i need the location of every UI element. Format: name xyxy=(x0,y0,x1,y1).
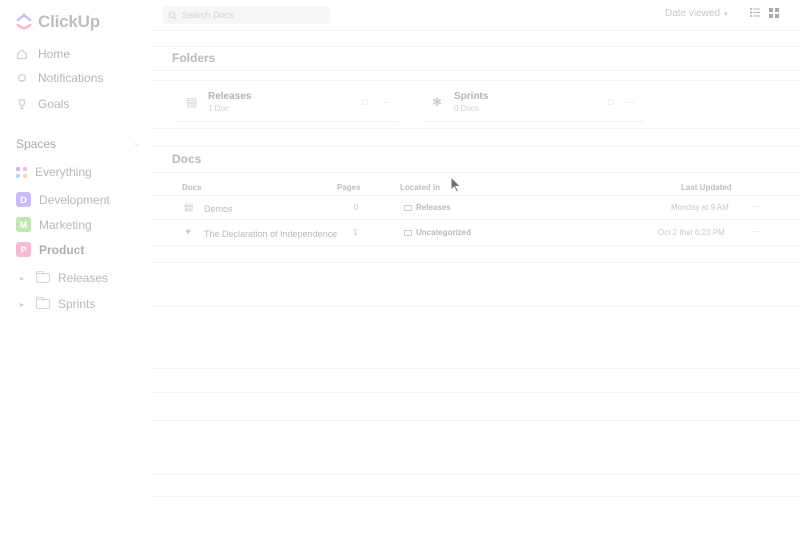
more-icon[interactable]: ⋯ xyxy=(626,97,635,108)
sidebar-item-goals[interactable]: Goals xyxy=(16,97,69,111)
sidebar-folder-releases[interactable]: ▸ Releases xyxy=(20,271,108,285)
new-doc-icon[interactable]: □ xyxy=(362,97,367,107)
doc-icon: ▤ xyxy=(184,202,194,213)
sidebar-item-product[interactable]: P Product xyxy=(16,242,84,257)
chevron-down-icon[interactable]: ⌵ xyxy=(134,139,140,149)
grid-view-icon[interactable] xyxy=(769,8,779,18)
folder-card-count: 1 Doc xyxy=(208,104,229,113)
folder-icon xyxy=(36,271,50,283)
doc-location-label: Releases xyxy=(416,203,451,212)
more-icon[interactable]: ⋯ xyxy=(752,202,760,211)
divider xyxy=(150,70,800,71)
more-icon[interactable]: ⋯ xyxy=(752,227,760,236)
folder-card-releases[interactable]: ▤ Releases 1 Doc □ ⋯ xyxy=(176,86,398,122)
divider xyxy=(150,245,800,246)
space-avatar: M xyxy=(16,217,31,232)
sidebar-item-label: Everything xyxy=(35,165,92,179)
sidebar-item-label: Sprints xyxy=(58,297,96,311)
divider xyxy=(150,172,800,173)
main-content: Search Docs Date viewed ▾ Folders ▤ Rele… xyxy=(150,0,800,533)
spaces-label: Spaces xyxy=(16,137,57,151)
divider xyxy=(150,474,800,475)
sidebar-item-label: Development xyxy=(39,192,110,207)
col-header-located[interactable]: Located in xyxy=(400,183,440,192)
sidebar: ClickUp Home Notifications Goals Spaces … xyxy=(0,0,150,533)
sidebar-item-home[interactable]: Home xyxy=(16,47,70,61)
doc-pages: 0 xyxy=(354,203,359,212)
sidebar-item-label: Goals xyxy=(38,97,70,111)
folder-icon xyxy=(404,229,412,236)
folder-icon xyxy=(404,204,412,211)
sidebar-item-label: Marketing xyxy=(39,217,92,232)
doc-location[interactable]: Uncategorized xyxy=(404,228,471,237)
doc-location-label: Uncategorized xyxy=(416,228,472,237)
folder-icon xyxy=(36,297,50,309)
col-header-docs[interactable]: Docs xyxy=(182,183,202,192)
search-input[interactable]: Search Docs xyxy=(162,6,330,24)
sidebar-item-label: Notifications xyxy=(38,71,104,85)
app-name: ClickUp xyxy=(38,12,100,31)
doc-updated: Monday at 9 AM xyxy=(671,203,729,212)
divider xyxy=(150,368,800,369)
divider xyxy=(150,392,800,393)
sidebar-item-notifications[interactable]: Notifications xyxy=(16,71,103,85)
sidebar-item-development[interactable]: D Development xyxy=(16,192,110,207)
top-bar: Search Docs Date viewed ▾ xyxy=(150,0,800,30)
pin-icon: ✦ xyxy=(184,227,193,238)
col-header-updated[interactable]: Last Updated xyxy=(681,183,732,192)
doc-pages: 1 xyxy=(353,228,358,237)
folder-card-sprints[interactable]: ✱ Sprints 0 Docs □ ⋯ xyxy=(422,86,644,122)
divider xyxy=(150,30,800,31)
space-avatar: D xyxy=(16,192,31,207)
mouse-cursor-icon xyxy=(450,176,462,193)
list-view-icon[interactable] xyxy=(750,8,760,17)
docs-title: Docs xyxy=(172,152,202,166)
bell-icon xyxy=(18,73,26,83)
divider xyxy=(150,128,800,129)
divider xyxy=(150,496,800,497)
divider xyxy=(150,46,800,47)
doc-name: The Declaration of Independence xyxy=(204,229,338,239)
home-icon xyxy=(16,49,28,60)
clickup-logo-icon xyxy=(16,13,32,30)
divider xyxy=(150,306,800,307)
search-placeholder: Search Docs xyxy=(182,10,234,20)
more-icon[interactable]: ⋯ xyxy=(380,97,389,108)
folder-card-name: Sprints xyxy=(454,91,489,102)
divider xyxy=(150,420,800,421)
sort-dropdown[interactable]: Date viewed ▾ xyxy=(665,8,728,19)
sprint-icon: ✱ xyxy=(432,95,443,109)
clickup-logo[interactable]: ClickUp xyxy=(16,12,100,32)
space-avatar: P xyxy=(16,242,31,257)
folders-title: Folders xyxy=(172,51,216,65)
spaces-header[interactable]: Spaces ⌵ xyxy=(16,137,140,151)
divider xyxy=(150,146,800,147)
sidebar-folder-sprints[interactable]: ▸ Sprints xyxy=(20,297,95,311)
sidebar-item-label: Releases xyxy=(58,271,109,285)
folder-card-count: 0 Docs xyxy=(454,104,479,113)
search-icon xyxy=(168,10,177,20)
chevron-down-icon: ▾ xyxy=(724,10,728,18)
new-doc-icon[interactable]: □ xyxy=(608,97,613,107)
divider xyxy=(150,262,800,263)
folder-doc-icon: ▤ xyxy=(186,95,198,109)
divider xyxy=(150,195,800,196)
sort-label: Date viewed xyxy=(665,8,721,19)
grid-icon xyxy=(16,166,27,178)
sidebar-item-marketing[interactable]: M Marketing xyxy=(16,217,92,232)
folder-card-name: Releases xyxy=(208,91,252,102)
divider xyxy=(150,219,800,220)
trophy-icon xyxy=(18,99,26,110)
doc-name: Demos xyxy=(204,204,233,214)
doc-location[interactable]: Releases xyxy=(404,203,451,212)
divider xyxy=(150,80,800,81)
chevron-right-icon[interactable]: ▸ xyxy=(20,274,28,283)
sidebar-item-label: Product xyxy=(39,242,85,257)
sidebar-item-label: Home xyxy=(38,47,71,61)
doc-updated: Oct 2 that 6:23 PM xyxy=(658,228,725,237)
chevron-right-icon[interactable]: ▸ xyxy=(20,300,28,309)
sidebar-item-everything[interactable]: Everything xyxy=(16,165,92,179)
col-header-pages[interactable]: Pages xyxy=(337,183,361,192)
